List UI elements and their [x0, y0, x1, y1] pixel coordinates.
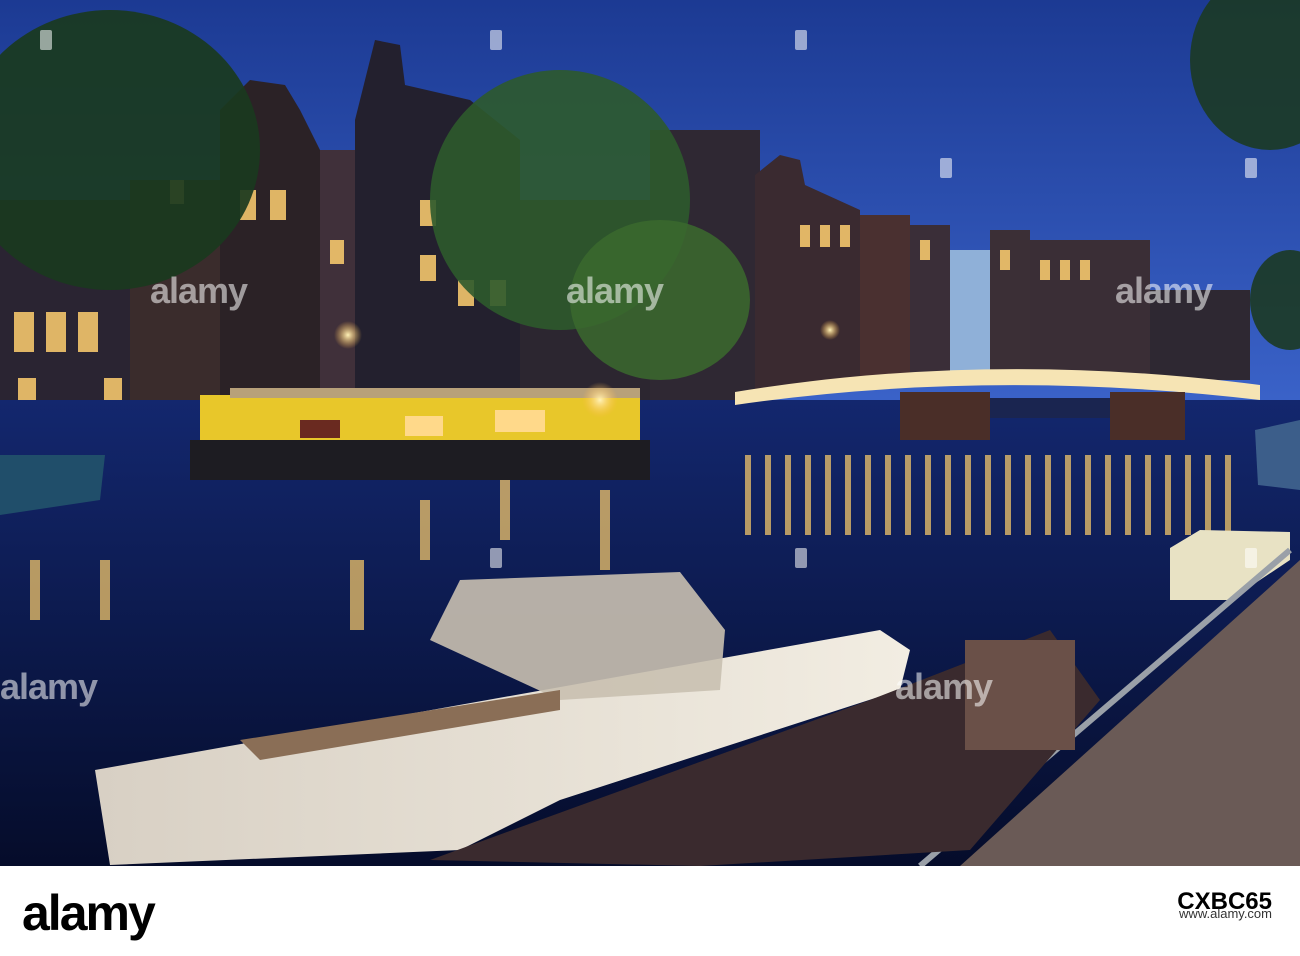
watermark: alamy	[0, 666, 98, 707]
watermark: alamy	[1115, 270, 1213, 311]
site-url[interactable]: www.alamy.com	[1179, 906, 1272, 921]
canal-night-photo	[0, 0, 1300, 866]
watermark-mark	[940, 158, 952, 178]
street-lamp	[820, 320, 840, 340]
watermark-mark	[1245, 548, 1257, 568]
watermark-mark	[795, 30, 807, 50]
stock-photo-page: alamy alamy alamy alamy alamy alamy CXBC…	[0, 0, 1300, 956]
watermark-mark	[490, 30, 502, 50]
watermark-mark	[40, 30, 52, 50]
watermark-mark	[795, 548, 807, 568]
watermark: alamy	[895, 666, 993, 707]
watermark-mark	[490, 548, 502, 568]
street-lamp	[334, 321, 362, 349]
watermark-mark	[1245, 158, 1257, 178]
footer-bar: alamy CXBC65 www.alamy.com	[0, 866, 1300, 956]
watermark: alamy	[566, 270, 664, 311]
alamy-logo[interactable]: alamy	[22, 884, 156, 942]
watermark: alamy	[150, 270, 248, 311]
blue-boat-right	[1255, 420, 1300, 490]
street-lamp	[582, 382, 618, 418]
yellow-houseboat	[190, 388, 650, 480]
